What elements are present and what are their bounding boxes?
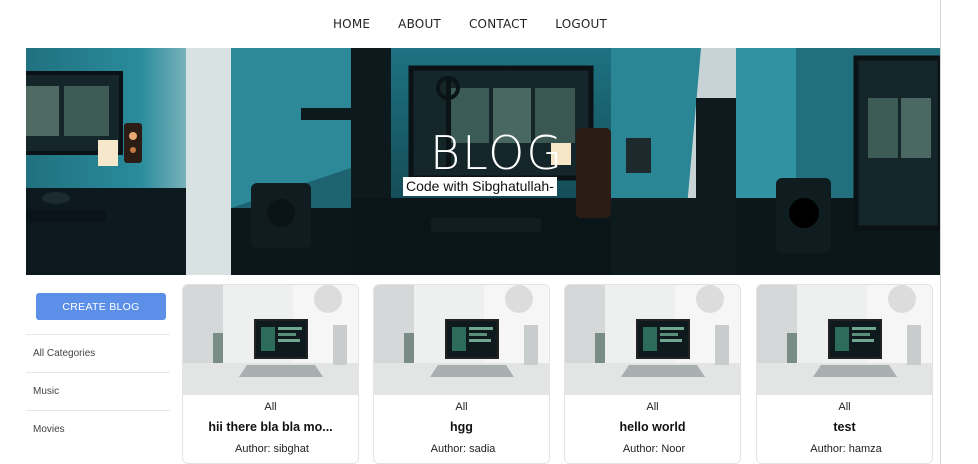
post-author: Author: sadia xyxy=(374,442,549,456)
post-title[interactable]: hello world xyxy=(565,419,740,435)
top-navigation: HOME ABOUT CONTACT LOGOUT xyxy=(0,0,940,48)
post-thumbnail-image xyxy=(374,285,549,395)
author-prefix: Author: xyxy=(622,443,659,455)
post-thumbnail-image xyxy=(757,285,932,395)
author-name: sibghat xyxy=(273,443,309,455)
post-thumbnail-image xyxy=(565,285,740,395)
nav-contact-link[interactable]: CONTACT xyxy=(469,17,527,31)
hero-banner: BLOG Code with Sibghatullah- xyxy=(26,48,940,275)
page-edge-divider xyxy=(940,0,941,464)
post-title[interactable]: test xyxy=(757,419,932,435)
post-author: Author: sibghat xyxy=(183,442,358,456)
post-card[interactable]: All test Author: hamza xyxy=(756,284,933,464)
category-item-music[interactable]: Music xyxy=(26,372,170,410)
category-item-movies[interactable]: Movies xyxy=(26,410,170,448)
banner-title: BLOG xyxy=(430,126,564,180)
category-sidebar: CREATE BLOG All Categories Music Movies xyxy=(26,284,170,464)
author-prefix: Author: xyxy=(430,443,467,455)
post-category: All xyxy=(264,401,277,413)
category-list: All Categories Music Movies xyxy=(26,334,170,448)
author-prefix: Author: xyxy=(235,443,271,455)
post-card[interactable]: All hii there bla bla mo... Author: sibgh… xyxy=(182,284,359,464)
post-card[interactable]: All hello world Author: Noor xyxy=(564,284,741,464)
post-thumbnail-image xyxy=(183,285,358,395)
nav-logout-link[interactable]: LOGOUT xyxy=(555,17,607,31)
nav-home-link[interactable]: HOME xyxy=(333,17,370,31)
post-category: All xyxy=(646,401,659,413)
author-name: sadia xyxy=(469,443,496,455)
author-name: hamza xyxy=(848,443,882,455)
post-author: Author: hamza xyxy=(757,442,932,456)
nav-about-link[interactable]: ABOUT xyxy=(398,17,441,31)
post-author: Author: Noor xyxy=(565,442,740,456)
author-name: Noor xyxy=(661,443,686,455)
banner-subtitle: Code with Sibghatullah- xyxy=(403,177,557,196)
category-item-all[interactable]: All Categories xyxy=(26,334,170,372)
create-blog-button[interactable]: CREATE BLOG xyxy=(36,293,166,320)
post-title[interactable]: hii there bla bla mo... xyxy=(183,419,358,435)
post-category: All xyxy=(455,401,468,413)
banner-text-overlay: BLOG Code with Sibghatullah- xyxy=(26,48,940,275)
post-card[interactable]: All hgg Author: sadia xyxy=(373,284,550,464)
post-title[interactable]: hgg xyxy=(374,419,549,435)
author-prefix: Author: xyxy=(810,443,846,455)
post-category: All xyxy=(838,401,851,413)
